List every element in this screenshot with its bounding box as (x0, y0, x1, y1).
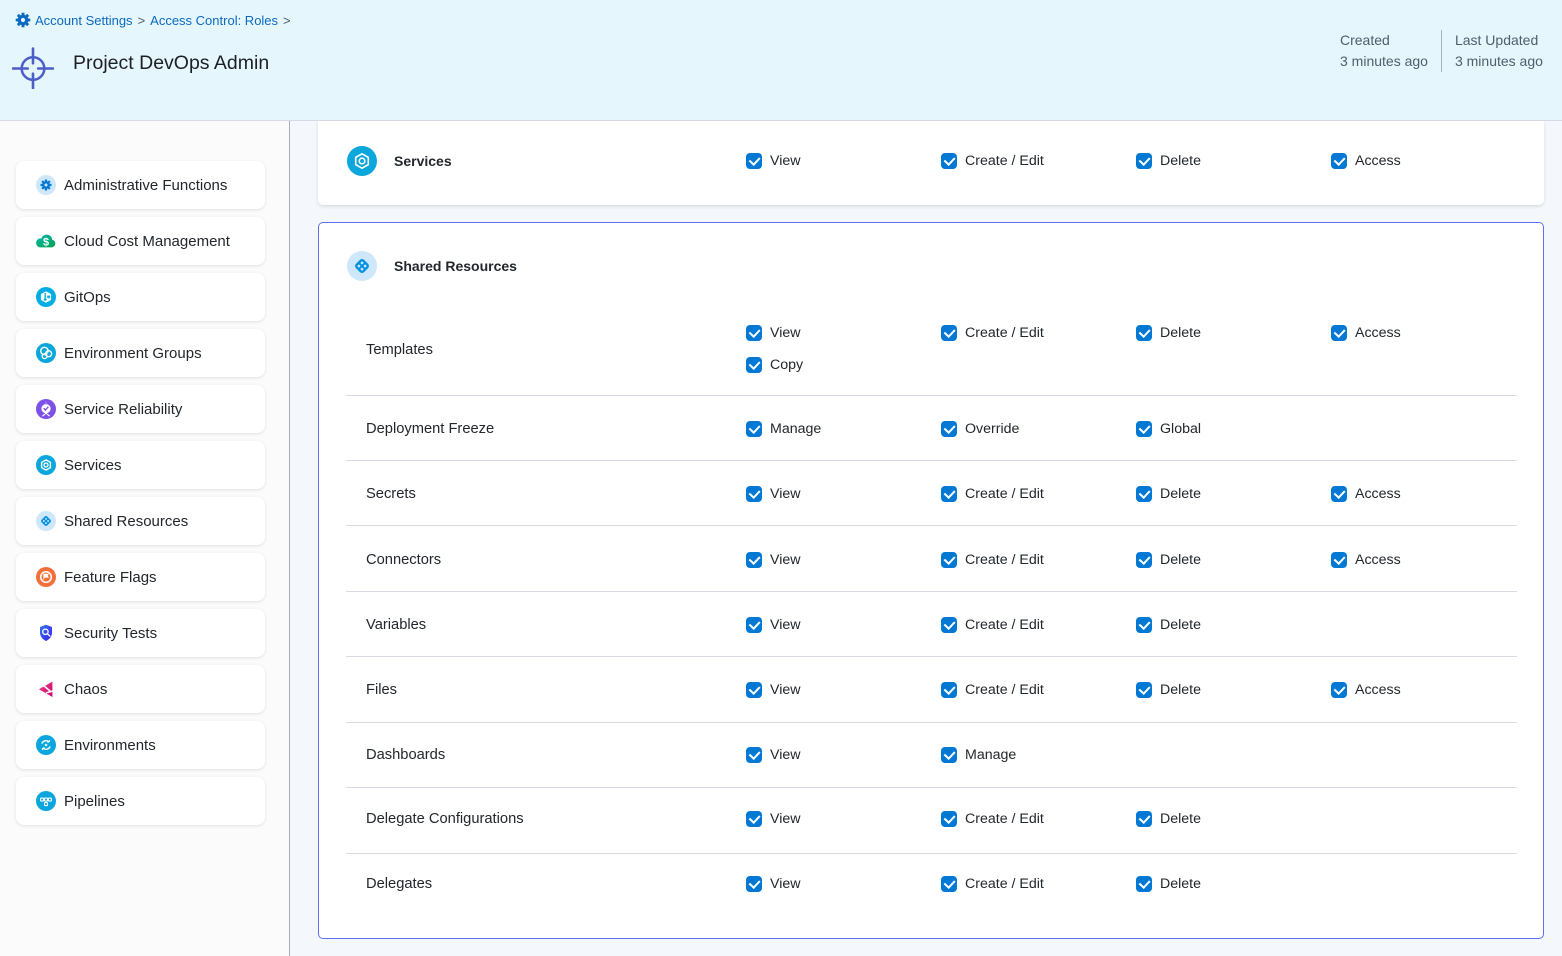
svg-text:$: $ (43, 237, 49, 249)
